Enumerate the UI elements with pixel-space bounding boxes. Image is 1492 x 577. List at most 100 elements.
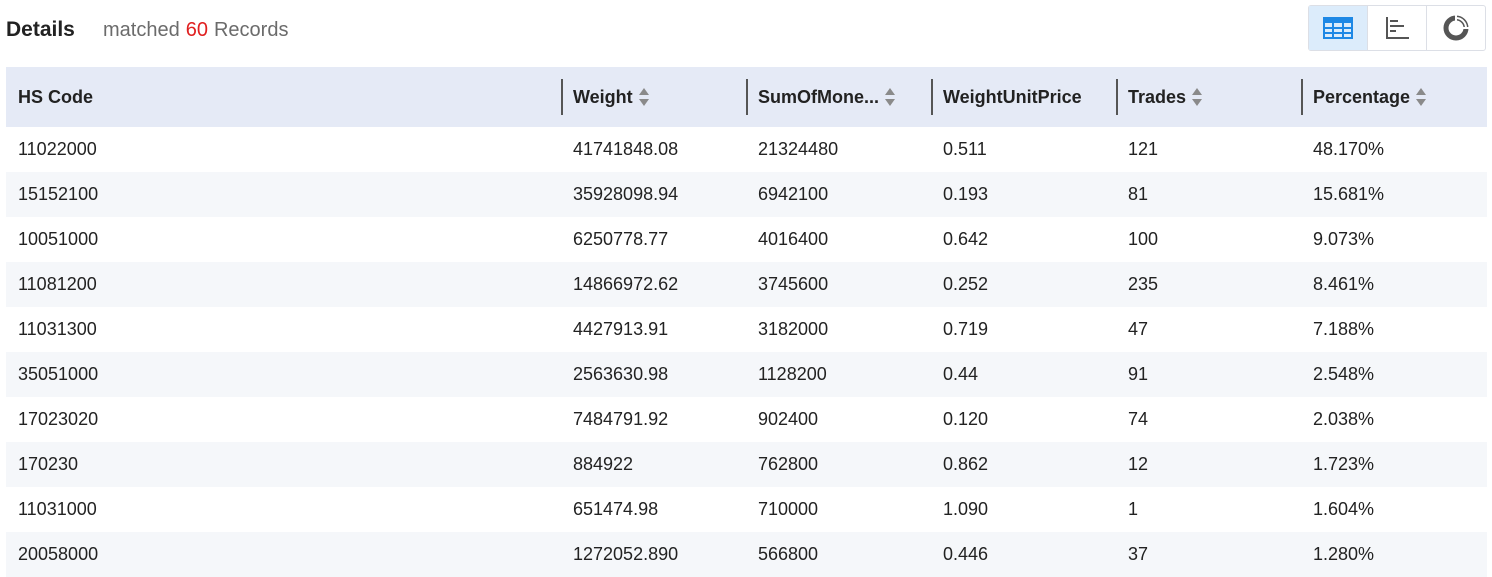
table-cell: 762800 — [758, 454, 819, 474]
table-row[interactable]: 11031000 651474.98 710000 1.090 1 1.604% — [6, 487, 1487, 532]
table-cell: 0.252 — [943, 274, 989, 294]
table-cell: 0.44 — [943, 364, 979, 384]
table-cell: 12 — [1128, 454, 1149, 474]
table-cell: 11031000 — [18, 499, 97, 519]
table-cell: 1128200 — [758, 364, 827, 384]
table-cell: 0.862 — [943, 454, 989, 474]
table-cell: 35051000 — [18, 364, 99, 384]
table-cell: 17023020 — [18, 409, 99, 429]
table-row[interactable]: 15152100 35928098.94 6942100 0.193 81 15.681% — [6, 172, 1487, 217]
column-header-sumofmone[interactable]: SumOfMone... — [746, 67, 931, 127]
table-row[interactable]: 170230 884922 762800 0.862 12 1.723% — [6, 442, 1487, 487]
table-cell: 14866972.62 — [573, 274, 679, 294]
table-cell: 0.446 — [943, 544, 989, 564]
table-cell: 11031300 — [18, 319, 97, 339]
table-cell: 15.681% — [1313, 184, 1385, 204]
table-cell: 47 — [1128, 319, 1149, 339]
table-cell: 15152100 — [18, 184, 99, 204]
table-cell: 235 — [1128, 274, 1159, 294]
table-cell: 1.723% — [1313, 454, 1375, 474]
table-cell: 0.120 — [943, 409, 989, 429]
table-row[interactable]: 11031300 4427913.91 3182000 0.719 47 7.188% — [6, 307, 1487, 352]
column-header-label: Weight — [573, 86, 633, 107]
sort-icon[interactable] — [1416, 86, 1427, 108]
table-cell: 710000 — [758, 499, 819, 519]
details-header: Details matched 60 Records — [0, 0, 1492, 62]
table-row[interactable]: 20058000 1272052.890 566800 0.446 37 1.280% — [6, 532, 1487, 577]
table-cell: 10051000 — [18, 229, 99, 249]
table-cell: 11022000 — [18, 139, 97, 159]
table-cell: 3182000 — [758, 319, 829, 339]
table-cell: 6942100 — [758, 184, 829, 204]
table-cell: 21324480 — [758, 139, 839, 159]
matched-suffix: Records — [213, 19, 289, 41]
donut-chart-view-button[interactable] — [1426, 6, 1485, 50]
column-header-percentage[interactable]: Percentage — [1301, 67, 1487, 127]
table-cell: 2563630.98 — [573, 364, 669, 384]
table-cell: 1.280% — [1313, 544, 1375, 564]
table-cell: 902400 — [758, 409, 819, 429]
sort-icon[interactable] — [1192, 86, 1203, 108]
matched-prefix: matched — [103, 19, 180, 41]
table-row[interactable]: 11081200 14866972.62 3745600 0.252 235 8.461% — [6, 262, 1487, 307]
table-cell: 7484791.92 — [573, 409, 669, 429]
sort-icon[interactable] — [638, 86, 649, 108]
table-cell: 0.719 — [943, 319, 989, 339]
details-table: HS Code Weight SumOfMone... WeightUnitPrice… — [6, 67, 1487, 577]
table-cell: 1272052.890 — [573, 544, 679, 564]
table-cell: 20058000 — [18, 544, 99, 564]
table-cell: 7.188% — [1313, 319, 1375, 339]
table-cell: 121 — [1128, 139, 1159, 159]
table-cell: 8.461% — [1313, 274, 1375, 294]
table-cell: 35928098.94 — [573, 184, 679, 204]
column-header-label: Percentage — [1313, 86, 1411, 107]
view-switcher — [1308, 5, 1486, 51]
sort-icon[interactable] — [885, 86, 895, 108]
column-header-label: WeightUnitPrice — [943, 86, 1082, 107]
column-header-weight[interactable]: Weight — [561, 67, 746, 127]
table-cell: 2.548% — [1313, 364, 1375, 384]
table-cell: 41741848.08 — [573, 139, 679, 159]
page-title: Details — [6, 18, 75, 41]
table-cell: 1.090 — [943, 499, 989, 519]
table-cell: 0.193 — [943, 184, 989, 204]
table-cell: 100 — [1128, 229, 1159, 249]
column-header-label: HS Code — [18, 86, 94, 107]
table-cell: 74 — [1128, 409, 1149, 429]
table-cell: 0.511 — [943, 139, 987, 159]
table-cell: 91 — [1128, 364, 1149, 384]
table-cell: 11081200 — [18, 274, 97, 294]
donut-chart-view-icon — [1443, 15, 1469, 41]
table-view-button[interactable] — [1309, 6, 1367, 50]
column-header-label: SumOfMone... — [758, 86, 879, 107]
table-cell: 37 — [1128, 544, 1149, 564]
table-cell: 4016400 — [758, 229, 829, 249]
table-view-icon — [1323, 17, 1353, 39]
table-row[interactable]: 11022000 41741848.08 21324480 0.511 121 48.17… — [6, 127, 1487, 172]
table-cell: 2.038% — [1313, 409, 1375, 429]
table-cell: 9.073% — [1313, 229, 1375, 249]
column-header-hs-code: HS Code — [6, 67, 561, 127]
table-cell: 170230 — [18, 454, 79, 474]
column-header-trades[interactable]: Trades — [1116, 67, 1301, 127]
table-row[interactable]: 10051000 6250778.77 4016400 0.642 100 9.073% — [6, 217, 1487, 262]
table-row[interactable]: 35051000 2563630.98 1128200 0.44 91 2.548% — [6, 352, 1487, 397]
table-cell: 566800 — [758, 544, 819, 564]
table-cell: 884922 — [573, 454, 634, 474]
table-row[interactable]: 17023020 7484791.92 902400 0.120 74 2.038% — [6, 397, 1487, 442]
bar-chart-view-button[interactable] — [1367, 6, 1426, 50]
table-cell: 4427913.91 — [573, 319, 669, 339]
table-cell: 3745600 — [758, 274, 829, 294]
matched-records-summary: matched 60 Records — [103, 19, 288, 42]
table-cell: 1 — [1128, 499, 1139, 519]
table-body: 11022000 41741848.08 21324480 0.511 121 48.17… — [6, 127, 1487, 577]
matched-count: 60 — [185, 19, 208, 41]
table-cell: 6250778.77 — [573, 229, 669, 249]
table-cell: 48.170% — [1313, 139, 1385, 159]
bar-chart-view-icon — [1386, 17, 1409, 39]
table-cell: 1.604% — [1313, 499, 1375, 519]
table-header-row: HS Code Weight SumOfMone... WeightUnitPrice… — [6, 67, 1487, 127]
table-cell: 0.642 — [943, 229, 989, 249]
column-header-weightunitprice: WeightUnitPrice — [931, 67, 1116, 127]
column-header-label: Trades — [1128, 86, 1187, 107]
